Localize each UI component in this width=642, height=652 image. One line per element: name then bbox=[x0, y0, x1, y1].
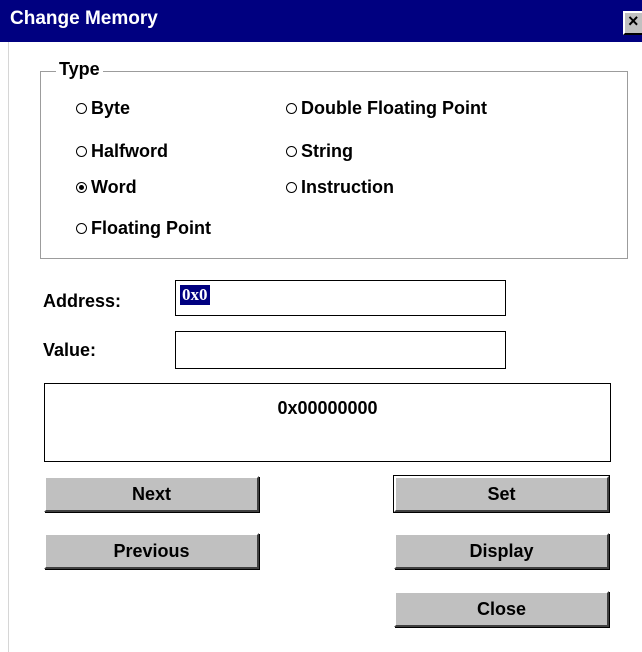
next-button[interactable]: Next bbox=[44, 476, 259, 512]
display-button[interactable]: Display bbox=[394, 533, 609, 569]
memory-display-box: 0x00000000 bbox=[44, 383, 611, 462]
previous-button-label: Previous bbox=[113, 540, 190, 561]
radio-label-string: String bbox=[301, 141, 353, 161]
value-label: Value: bbox=[43, 340, 97, 360]
next-button-label: Next bbox=[131, 483, 171, 504]
memory-display-value: 0x00000000 bbox=[277, 398, 378, 418]
radio-circle-icon bbox=[76, 103, 87, 114]
radio-label-halfword: Halfword bbox=[91, 141, 169, 161]
radio-label-word: Word bbox=[91, 177, 137, 197]
radio-label-floating-point: Floating Point bbox=[91, 218, 211, 238]
set-button-label: Set bbox=[487, 483, 516, 504]
value-input[interactable] bbox=[175, 331, 506, 369]
type-group-legend: Type bbox=[56, 59, 103, 80]
radio-floating-point[interactable]: Floating Point bbox=[76, 218, 211, 239]
address-input[interactable]: 0x0 bbox=[175, 280, 506, 316]
display-button-label: Display bbox=[469, 540, 534, 561]
radio-circle-icon bbox=[286, 103, 297, 114]
close-button[interactable]: Close bbox=[394, 591, 609, 627]
radio-instruction[interactable]: Instruction bbox=[286, 177, 394, 198]
close-icon: × bbox=[628, 11, 639, 31]
address-value-selected: 0x0 bbox=[180, 285, 210, 305]
radio-byte[interactable]: Byte bbox=[76, 98, 130, 119]
radio-label-double-floating-point: Double Floating Point bbox=[301, 98, 487, 118]
previous-button[interactable]: Previous bbox=[44, 533, 259, 569]
window-title: Change Memory bbox=[10, 8, 158, 29]
radio-label-byte: Byte bbox=[91, 98, 131, 118]
radio-circle-icon bbox=[76, 223, 87, 234]
radio-circle-icon bbox=[76, 146, 87, 157]
radio-halfword[interactable]: Halfword bbox=[76, 141, 168, 162]
radio-label-instruction: Instruction bbox=[301, 177, 394, 197]
radio-double-floating-point[interactable]: Double Floating Point bbox=[286, 98, 487, 119]
set-button[interactable]: Set bbox=[393, 475, 610, 513]
close-button-label: Close bbox=[476, 598, 527, 619]
address-label: Address: bbox=[43, 291, 122, 311]
radio-word[interactable]: Word bbox=[76, 177, 137, 198]
close-window-button[interactable]: × bbox=[623, 11, 642, 35]
radio-selected-icon bbox=[76, 182, 87, 193]
radio-string[interactable]: String bbox=[286, 141, 353, 162]
radio-circle-icon bbox=[286, 146, 297, 157]
window-left-edge bbox=[0, 42, 9, 652]
title-bar: Change Memory bbox=[0, 0, 642, 42]
radio-circle-icon bbox=[286, 182, 297, 193]
